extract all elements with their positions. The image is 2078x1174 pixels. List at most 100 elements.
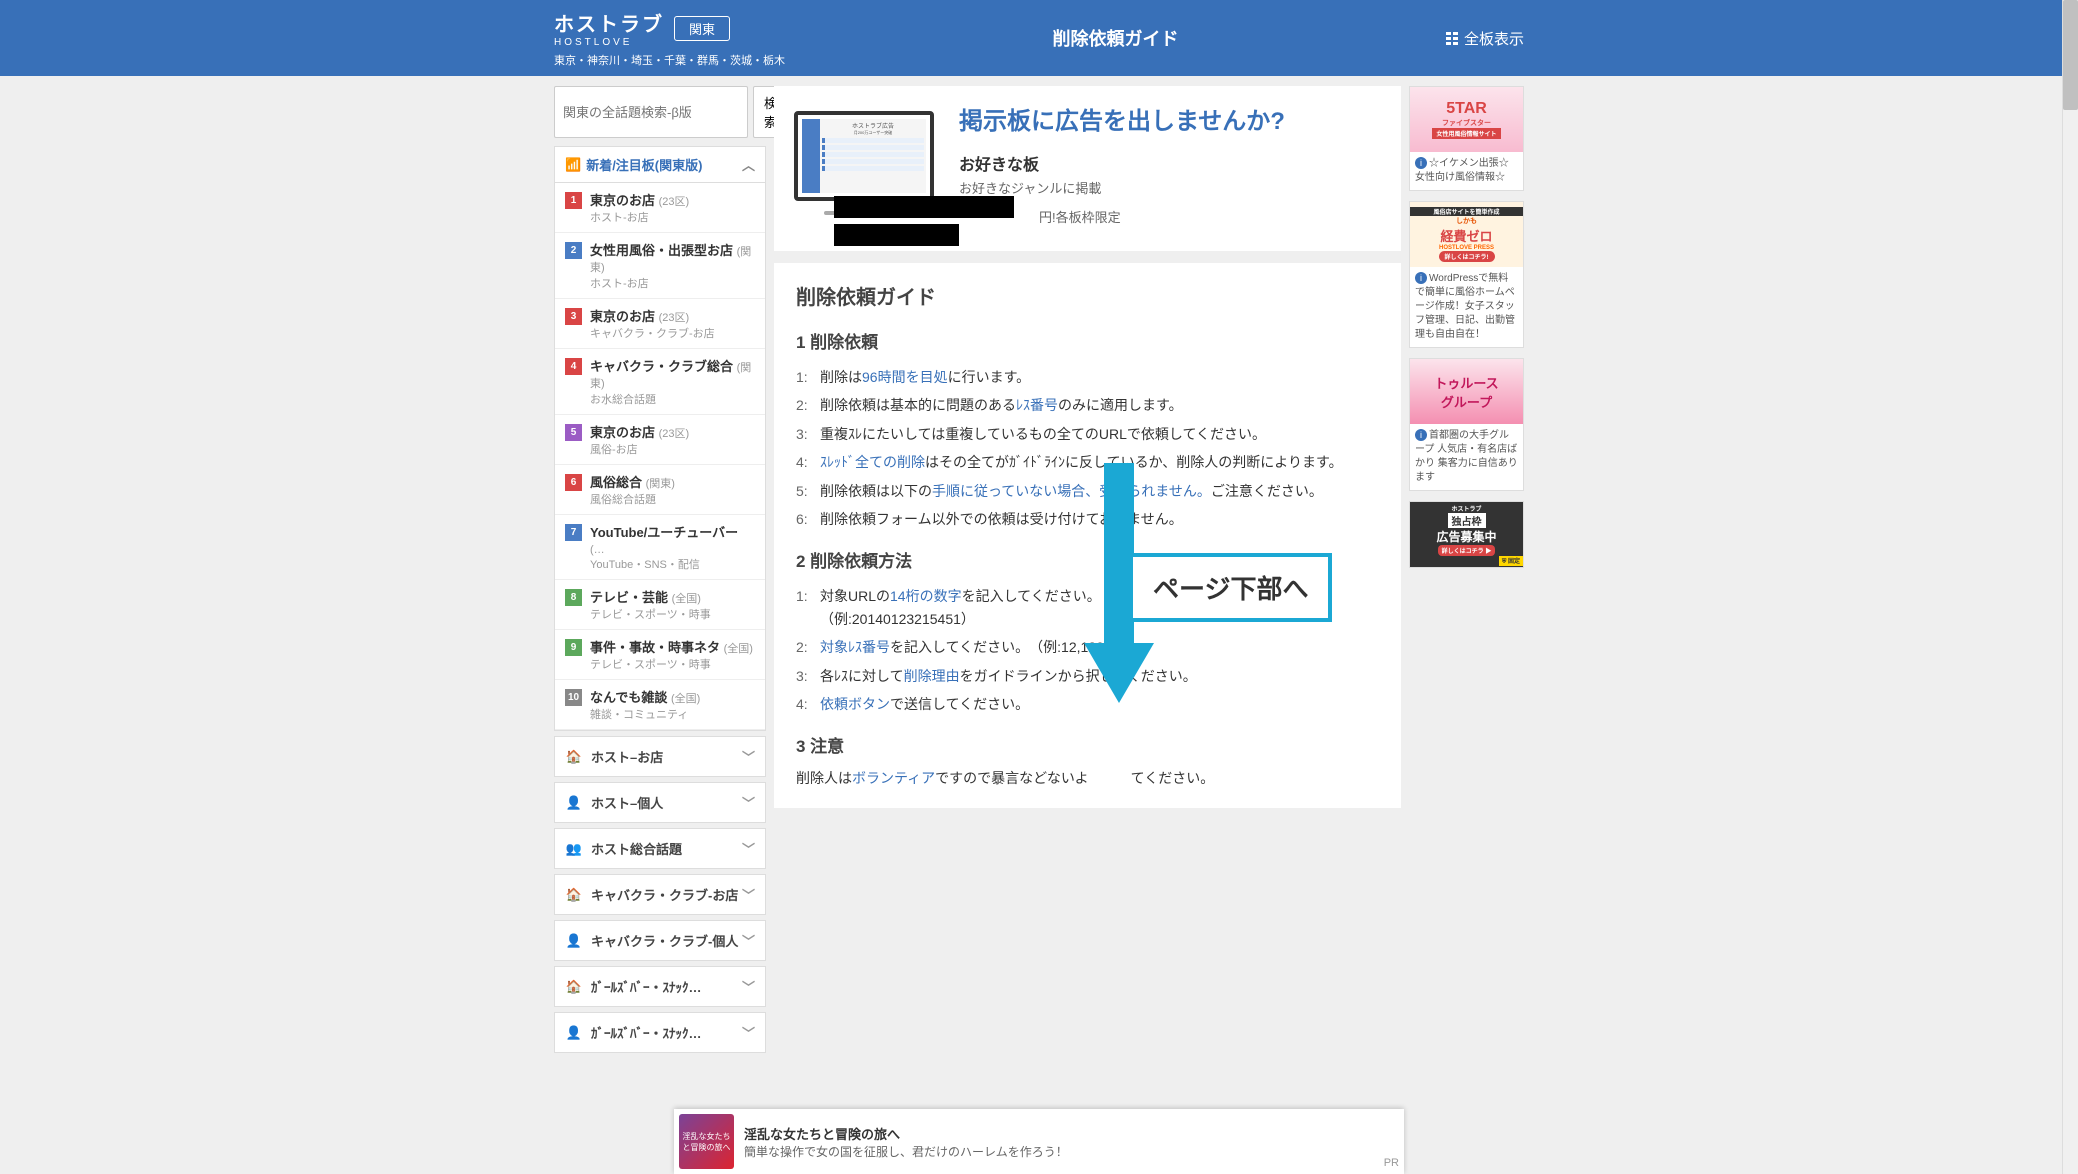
sidebar: 検索 📶 新着/注目板(関東版) ︿ 1 東京のお店 (23区) ホスト-お店2… — [554, 86, 766, 1058]
rank-number: 2 — [565, 242, 582, 259]
chevron-down-icon: ﹀ — [742, 747, 755, 766]
rank-subtitle: YouTube・SNS・配信 — [590, 556, 755, 572]
region-button[interactable]: 関東 — [674, 16, 730, 41]
sidebar-ad[interactable]: ホストラブ独占枠広告募集中詳しくはコチラ ▶⛨ 固定 — [1409, 501, 1524, 568]
category-icon: 🏠 — [565, 979, 583, 995]
ad-banner[interactable]: ホストラブ広告月200万ユーザー突破 掲示板に広告を出しませんか? お好きな板 … — [774, 86, 1401, 251]
logo-area[interactable]: ホストラブ HOSTLOVE 関東 東京・神奈川・埼玉・千葉・群馬・茨城・栃木 — [554, 8, 785, 68]
bottom-ad-title: 淫乱な女たちと冒険の旅へ — [744, 1124, 1068, 1143]
rank-number: 9 — [565, 639, 582, 656]
all-boards-button[interactable]: 全板表示 — [1446, 28, 1524, 49]
category-label: ｶﾞｰﾙｽﾞﾊﾞｰ・ｽﾅｯｸ… — [591, 977, 702, 996]
section-1-title: 1 削除依頼 — [796, 328, 1379, 353]
ad-price-suffix: 円!各板枠限定 — [1039, 210, 1121, 225]
rank-number: 10 — [565, 689, 582, 706]
category-item[interactable]: 🏠 キャバクラ・クラブ-お店 ﹀ — [555, 875, 765, 914]
rank-title: キャバクラ・クラブ総合 (関東) — [590, 356, 755, 391]
inline-link[interactable]: ﾚｽ番号 — [1016, 397, 1058, 413]
ranking-title: 新着/注目板(関東版) — [586, 155, 702, 174]
signal-icon: 📶 — [565, 157, 581, 173]
list-item: 重複ｽﾚにたいしては重複しているもの全てのURLで依頼してください。 — [796, 420, 1379, 448]
rank-item[interactable]: 2 女性用風俗・出張型お店 (関東) ホスト-お店 — [555, 233, 765, 299]
category-item[interactable]: 👤 ｶﾞｰﾙｽﾞﾊﾞｰ・ｽﾅｯｸ… ﹀ — [555, 1013, 765, 1052]
rank-subtitle: 風俗-お店 — [590, 441, 689, 457]
category-icon: 👤 — [565, 1025, 583, 1041]
rank-subtitle: ホスト-お店 — [590, 209, 689, 225]
redacted-area — [834, 224, 959, 246]
rank-number: 5 — [565, 424, 582, 441]
inline-link[interactable]: 14桁の数字 — [890, 588, 962, 604]
category-item[interactable]: 🏠 ｶﾞｰﾙｽﾞﾊﾞｰ・ｽﾅｯｸ… ﹀ — [555, 967, 765, 1006]
inline-link[interactable]: 対象ﾚｽ番号 — [820, 639, 890, 655]
logo-subtitle: HOSTLOVE — [554, 37, 664, 48]
rank-subtitle: テレビ・スポーツ・時事 — [590, 656, 753, 672]
rank-title: 女性用風俗・出張型お店 (関東) — [590, 240, 755, 275]
rank-item[interactable]: 5 東京のお店 (23区) 風俗-お店 — [555, 415, 765, 465]
ad-caption: i☆イケメン出張☆女性向け風俗情報☆ — [1410, 152, 1523, 190]
search-input[interactable] — [554, 86, 748, 138]
sidebar-ad[interactable]: 5TARファイブスター女性用風俗情報サイトi☆イケメン出張☆女性向け風俗情報☆ — [1409, 86, 1524, 191]
category-label: ホスト–お店 — [591, 747, 663, 766]
inline-link[interactable]: 手順に従っていない場合、受付られません。 — [932, 483, 1211, 499]
ranking-header[interactable]: 📶 新着/注目板(関東版) ︿ — [555, 147, 765, 183]
rank-title: YouTube/ユーチューバー (… — [590, 522, 755, 556]
category-icon: 👥 — [565, 841, 583, 857]
rank-subtitle: ホスト-お店 — [590, 275, 755, 291]
all-boards-label: 全板表示 — [1464, 28, 1524, 49]
inline-link[interactable]: ｽﾚｯﾄﾞ全ての削除 — [820, 454, 925, 470]
rank-subtitle: 雑談・コミュニティ — [590, 706, 700, 722]
rank-item[interactable]: 6 風俗総合 (関東) 風俗総合話題 — [555, 465, 765, 515]
chevron-down-icon: ﹀ — [742, 931, 755, 950]
ad-headline: 掲示板に広告を出しませんか? — [959, 101, 1285, 136]
category-item[interactable]: 👥 ホスト総合話題 ﹀ — [555, 829, 765, 868]
bottom-ad[interactable]: 淫乱な女たちと冒険の旅へ 淫乱な女たちと冒険の旅へ 簡単な操作で女の国を征服し、… — [674, 1109, 1404, 1174]
content-area: 削除依頼ガイド 1 削除依頼 削除は96時間を目処に行います。削除依頼は基本的に… — [774, 263, 1401, 808]
ad-image: トゥルースグループ — [1410, 359, 1523, 424]
main-content: ホストラブ広告月200万ユーザー突破 掲示板に広告を出しませんか? お好きな板 … — [774, 86, 1401, 808]
scrollbar[interactable] — [2062, 0, 2078, 1174]
category-item[interactable]: 👤 ホスト–個人 ﹀ — [555, 783, 765, 822]
pr-label: PR — [1384, 1157, 1399, 1169]
rank-title: 事件・事故・時事ネタ (全国) — [590, 637, 753, 656]
page-title: 削除依頼ガイド — [785, 25, 1446, 51]
sidebar-ad[interactable]: 風俗店サイトを簡単作成しかも経費ゼロHOSTLOVE PRESS詳しくはコチラ!… — [1409, 201, 1524, 348]
rank-item[interactable]: 4 キャバクラ・クラブ総合 (関東) お水総合話題 — [555, 349, 765, 415]
rank-number: 8 — [565, 589, 582, 606]
logo-text: ホストラブ — [554, 8, 664, 37]
content-h1: 削除依頼ガイド — [796, 281, 1379, 310]
category-label: ホスト–個人 — [591, 793, 663, 812]
chevron-up-icon: ︿ — [742, 155, 755, 174]
rank-title: 風俗総合 (関東) — [590, 472, 675, 491]
chevron-down-icon: ﹀ — [742, 977, 755, 996]
volunteer-link[interactable]: ボランティア — [852, 770, 935, 786]
category-icon: 🏠 — [565, 749, 583, 765]
rank-title: 東京のお店 (23区) — [590, 306, 715, 325]
rank-item[interactable]: 1 東京のお店 (23区) ホスト-お店 — [555, 183, 765, 233]
sidebar-ad[interactable]: トゥルースグループi首都圏の大手グループ 人気店・有名店ばかり 集客力に自信あり… — [1409, 358, 1524, 491]
ad-caption: iWordPressで無料で簡単に風俗ホームページ作成！女子スタッフ管理、日記、… — [1410, 267, 1523, 347]
grid-icon — [1446, 32, 1458, 45]
rank-item[interactable]: 9 事件・事故・時事ネタ (全国) テレビ・スポーツ・時事 — [555, 630, 765, 680]
section-3-title: 3 注意 — [796, 732, 1379, 757]
category-item[interactable]: 👤 キャバクラ・クラブ-個人 ﹀ — [555, 921, 765, 960]
inline-link[interactable]: 削除理由 — [904, 668, 960, 684]
rank-item[interactable]: 8 テレビ・芸能 (全国) テレビ・スポーツ・時事 — [555, 580, 765, 630]
category-label: ホスト総合話題 — [591, 839, 682, 858]
site-header: ホストラブ HOSTLOVE 関東 東京・神奈川・埼玉・千葉・群馬・茨城・栃木 … — [0, 0, 2078, 76]
rank-item[interactable]: 10 なんでも雑談 (全国) 雑談・コミュニティ — [555, 680, 765, 730]
rank-subtitle: 風俗総合話題 — [590, 491, 675, 507]
rank-title: 東京のお店 (23区) — [590, 190, 689, 209]
rank-item[interactable]: 7 YouTube/ユーチューバー (… YouTube・SNS・配信 — [555, 515, 765, 580]
bottom-ad-text: 簡単な操作で女の国を征服し、君だけのハーレムを作ろう！ — [744, 1145, 1068, 1159]
inline-link[interactable]: 96時間を目処 — [862, 369, 948, 385]
scrollbar-thumb[interactable] — [2063, 0, 2078, 110]
category-icon: 👤 — [565, 795, 583, 811]
redacted-area — [834, 196, 1014, 218]
category-item[interactable]: 🏠 ホスト–お店 ﹀ — [555, 737, 765, 776]
chevron-down-icon: ﹀ — [742, 885, 755, 904]
inline-link[interactable]: 依頼ボタン — [820, 696, 890, 712]
sec3-text-post: ですので暴言などないよ てください。 — [935, 770, 1214, 786]
rank-title: テレビ・芸能 (全国) — [590, 587, 711, 606]
bottom-ad-image: 淫乱な女たちと冒険の旅へ — [679, 1114, 734, 1169]
rank-item[interactable]: 3 東京のお店 (23区) キャバクラ・クラブ-お店 — [555, 299, 765, 349]
